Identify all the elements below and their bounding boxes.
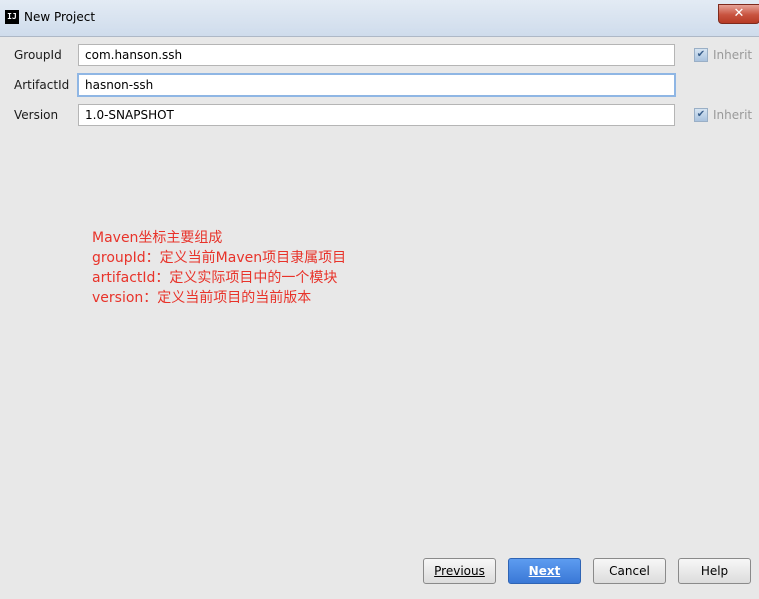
- annotation-line: Maven坐标主要组成: [92, 230, 223, 246]
- check-icon: ✔: [696, 109, 706, 120]
- groupid-inherit-label: Inherit: [713, 48, 753, 62]
- previous-button[interactable]: Previous: [423, 558, 496, 584]
- annotation-line: groupId：定义当前Maven项目隶属项目: [92, 250, 347, 266]
- version-input[interactable]: [78, 104, 675, 126]
- groupid-inherit-checkbox[interactable]: ✔: [694, 48, 708, 62]
- help-button[interactable]: Help: [678, 558, 751, 584]
- intellij-icon: IJ: [5, 10, 19, 24]
- title-bar: IJ New Project ✕: [0, 0, 759, 37]
- check-icon: ✔: [696, 49, 706, 60]
- next-button[interactable]: Next: [508, 558, 581, 584]
- version-inherit-label: Inherit: [713, 108, 753, 122]
- cancel-button[interactable]: Cancel: [593, 558, 666, 584]
- version-inherit-checkbox[interactable]: ✔: [694, 108, 708, 122]
- artifactid-input[interactable]: [77, 73, 676, 97]
- next-button-label: Next: [528, 564, 561, 578]
- version-label: Version: [14, 108, 59, 122]
- groupid-label: GroupId: [14, 48, 62, 62]
- close-icon: ✕: [733, 6, 745, 21]
- window-title: New Project: [24, 10, 96, 24]
- annotation-line: artifactId：定义实际项目中的一个模块: [92, 270, 338, 286]
- annotation-line: version：定义当前项目的当前版本: [92, 290, 312, 306]
- artifactid-label: ArtifactId: [14, 78, 70, 92]
- previous-button-label: Previous: [434, 564, 485, 578]
- help-button-label: Help: [700, 564, 729, 578]
- close-button[interactable]: ✕: [718, 4, 759, 24]
- groupid-input[interactable]: [78, 44, 675, 66]
- cancel-button-label: Cancel: [609, 564, 650, 578]
